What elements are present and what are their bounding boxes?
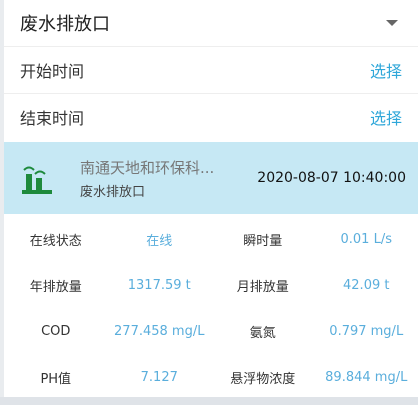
metric-value: 42.09 t (343, 277, 390, 293)
station-name: 南通天地和环保科... (80, 158, 215, 177)
end-time-label: 结束时间 (20, 109, 85, 128)
station-subtitle: 废水排放口 (80, 184, 146, 200)
metric-value: 89.844 mg/L (325, 369, 408, 385)
start-time-select-button[interactable]: 选择 (370, 58, 402, 82)
caret-down-icon[interactable] (386, 20, 398, 26)
metric-label: 年排放量 (29, 279, 82, 295)
metric-value: 7.127 (140, 369, 178, 385)
metric-value: 277.458 mg/L (114, 323, 205, 339)
outlet-dropdown[interactable]: 废水排放口 (4, 0, 418, 46)
metric-row: 年排放量 1317.59 t 月排放量 42.09 t (4, 262, 418, 308)
metric-row: 在线状态 在线 瞬时量 0.01 L/s (4, 216, 418, 262)
start-time-row: 开始时间 选择 (4, 46, 418, 93)
dropdown-title: 废水排放口 (20, 14, 110, 35)
end-time-select-button[interactable]: 选择 (370, 105, 402, 129)
metric-value: 1317.59 t (127, 277, 191, 293)
factory-icon (22, 166, 52, 194)
bottom-strip (0, 397, 418, 405)
metric-value: 0.797 mg/L (329, 323, 404, 339)
metric-label: COD (41, 323, 71, 339)
end-time-row: 结束时间 选择 (4, 93, 418, 140)
metric-label: 月排放量 (236, 279, 289, 295)
station-timestamp: 2020-08-07 10:40:00 (257, 170, 406, 186)
metric-row: PH值 7.127 悬浮物浓度 89.844 mg/L (4, 354, 418, 400)
metrics-grid: 在线状态 在线 瞬时量 0.01 L/s 年排放量 1317.59 t 月排放量… (4, 214, 418, 400)
metric-value: 在线 (146, 233, 173, 249)
metric-label: 在线状态 (29, 233, 82, 249)
panel: 废水排放口 开始时间 选择 结束时间 选择 南通天地和环保科... 废水排放口 … (4, 0, 418, 405)
metric-label: 氨氮 (249, 325, 276, 341)
station-info: 南通天地和环保科... 废水排放口 (80, 157, 257, 200)
metric-row: COD 277.458 mg/L 氨氮 0.797 mg/L (4, 308, 418, 354)
metric-value: 0.01 L/s (340, 231, 392, 247)
metric-label: 悬浮物浓度 (230, 371, 296, 387)
station-card[interactable]: 南通天地和环保科... 废水排放口 2020-08-07 10:40:00 (4, 142, 418, 214)
start-time-label: 开始时间 (20, 62, 85, 81)
metric-label: 瞬时量 (243, 233, 283, 249)
metric-label: PH值 (40, 371, 72, 387)
